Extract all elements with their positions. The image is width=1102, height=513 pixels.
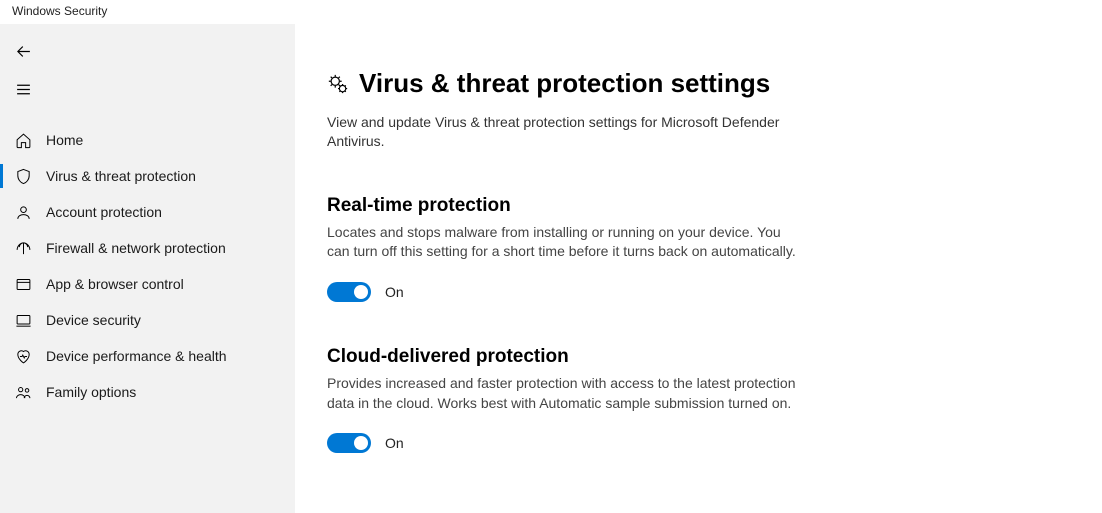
nav-label: Device security xyxy=(46,312,141,328)
nav-device-security[interactable]: Device security xyxy=(0,302,295,338)
app-browser-icon xyxy=(14,275,32,293)
nav-device-performance[interactable]: Device performance & health xyxy=(0,338,295,374)
family-icon xyxy=(14,383,32,401)
page-title: Virus & threat protection settings xyxy=(359,68,770,99)
page-header: Virus & threat protection settings xyxy=(327,68,1102,99)
section-cloud: Cloud-delivered protection Provides incr… xyxy=(327,346,797,453)
nav-app-browser[interactable]: App & browser control xyxy=(0,266,295,302)
nav-label: Device performance & health xyxy=(46,348,227,364)
cloud-toggle[interactable] xyxy=(327,433,371,453)
nav-firewall[interactable]: Firewall & network protection xyxy=(0,230,295,266)
toggle-state: On xyxy=(385,435,404,451)
nav-label: Virus & threat protection xyxy=(46,168,196,184)
shield-icon xyxy=(14,167,32,185)
nav-account[interactable]: Account protection xyxy=(0,194,295,230)
nav-label: Family options xyxy=(46,384,136,400)
network-icon xyxy=(14,239,32,257)
person-icon xyxy=(14,203,32,221)
section-realtime: Real-time protection Locates and stops m… xyxy=(327,195,797,302)
sidebar: Home Virus & threat protection Account p… xyxy=(0,24,295,513)
hamburger-button[interactable] xyxy=(2,70,44,108)
section-desc: Provides increased and faster protection… xyxy=(327,374,797,413)
app-title: Windows Security xyxy=(0,0,1102,24)
section-title: Cloud-delivered protection xyxy=(327,346,797,368)
realtime-toggle[interactable] xyxy=(327,282,371,302)
nav-virus-threat[interactable]: Virus & threat protection xyxy=(0,158,295,194)
device-icon xyxy=(14,311,32,329)
nav-family[interactable]: Family options xyxy=(0,374,295,410)
nav-label: Account protection xyxy=(46,204,162,220)
page-subtitle: View and update Virus & threat protectio… xyxy=(327,113,787,151)
nav-label: App & browser control xyxy=(46,276,184,292)
home-icon xyxy=(14,131,32,149)
toggle-state: On xyxy=(385,284,404,300)
nav-label: Home xyxy=(46,132,83,148)
section-desc: Locates and stops malware from installin… xyxy=(327,223,797,262)
hamburger-icon xyxy=(15,81,32,98)
back-button[interactable] xyxy=(2,32,44,70)
section-title: Real-time protection xyxy=(327,195,797,217)
nav-label: Firewall & network protection xyxy=(46,240,226,256)
nav-home[interactable]: Home xyxy=(0,122,295,158)
heart-icon xyxy=(14,347,32,365)
main-content: Virus & threat protection settings View … xyxy=(295,24,1102,513)
nav: Home Virus & threat protection Account p… xyxy=(0,122,295,410)
settings-gear-icon xyxy=(327,73,349,95)
back-arrow-icon xyxy=(15,43,32,60)
